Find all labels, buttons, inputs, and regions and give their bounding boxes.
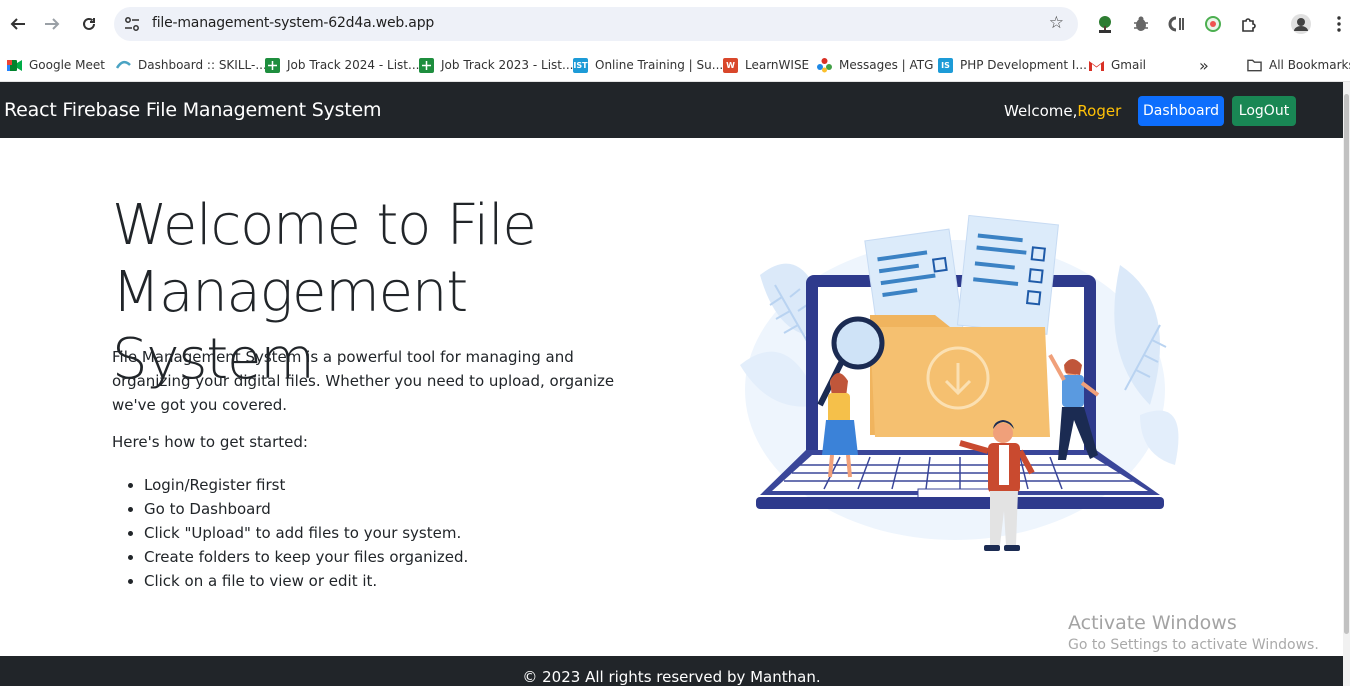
learnwise-icon: W <box>723 57 738 73</box>
bookmark-online-training[interactable]: IST Online Training | Su... <box>573 54 723 76</box>
back-icon[interactable] <box>6 12 30 36</box>
site-settings-icon[interactable] <box>124 16 140 32</box>
extensions-puzzle-icon[interactable] <box>1238 13 1260 35</box>
list-item: Login/Register first <box>127 473 468 497</box>
profile-avatar-icon[interactable] <box>1290 13 1312 35</box>
sheets-icon <box>265 57 280 73</box>
bookmark-star-icon[interactable]: ☆ <box>1049 13 1064 33</box>
bookmark-gmail[interactable]: Gmail <box>1089 54 1146 76</box>
intro-paragraph: File Management System is a powerful too… <box>112 348 615 414</box>
folder-icon <box>1247 57 1262 73</box>
extension-circle-icon[interactable] <box>1202 13 1224 35</box>
bookmark-php-development[interactable]: IS PHP Development I... <box>938 54 1087 76</box>
browser-toolbar: file-management-system-62d4a.web.app ☆ <box>0 0 1350 48</box>
welcome-prefix: Welcome, <box>1004 102 1078 120</box>
gmail-icon <box>1089 57 1104 73</box>
extension-code-icon[interactable] <box>1165 13 1187 35</box>
steps-list: Login/Register first Go to Dashboard Cli… <box>127 473 468 593</box>
bookmark-job-track-2023[interactable]: Job Track 2023 - List... <box>419 54 573 76</box>
user-name: Roger <box>1077 102 1122 120</box>
scrollbar-thumb[interactable] <box>1344 94 1349 634</box>
bookmark-skill-dashboard[interactable]: Dashboard :: SKILL-... <box>116 54 267 76</box>
forward-icon[interactable] <box>40 12 64 36</box>
app-navbar: React Firebase File Management System We… <box>0 82 1343 138</box>
bookmarks-overflow-icon[interactable]: » <box>1199 54 1209 76</box>
url-text[interactable]: file-management-system-62d4a.web.app <box>152 15 434 31</box>
list-item: Click on a file to view or edit it. <box>127 569 468 593</box>
atg-icon <box>817 57 832 73</box>
page-scrollbar[interactable] <box>1343 82 1350 686</box>
all-bookmarks-button[interactable]: All Bookmarks <box>1247 54 1350 76</box>
welcome-message: Welcome,Roger <box>1004 102 1121 120</box>
bookmark-google-meet[interactable]: Google Meet <box>7 54 105 76</box>
address-bar[interactable]: file-management-system-62d4a.web.app ☆ <box>114 7 1078 41</box>
is-icon: IS <box>938 57 953 73</box>
google-meet-icon <box>7 57 22 73</box>
page-footer: © 2023 All rights reserved by Manthan. <box>0 656 1343 686</box>
bookmark-learnwise[interactable]: W LearnWISE <box>723 54 809 76</box>
list-item: Create folders to keep your files organi… <box>127 545 468 569</box>
skill-icon <box>116 57 131 73</box>
extension-tree-icon[interactable] <box>1094 13 1116 35</box>
sheets-icon <box>419 57 434 73</box>
list-item: Click "Upload" to add files to your syst… <box>127 521 468 545</box>
bookmark-job-track-2024[interactable]: Job Track 2024 - List... <box>265 54 419 76</box>
file-management-illustration <box>740 215 1179 551</box>
extension-bug-icon[interactable] <box>1130 13 1152 35</box>
windows-activation-title: Activate Windows <box>1068 612 1237 634</box>
getting-started-label: Here's how to get started: <box>112 433 308 451</box>
ist-icon: IST <box>573 57 588 73</box>
bookmark-messages-atg[interactable]: Messages | ATG <box>817 54 933 76</box>
reload-icon[interactable] <box>77 12 101 36</box>
logout-button[interactable]: LogOut <box>1232 96 1296 126</box>
footer-text: © 2023 All rights reserved by Manthan. <box>522 668 821 686</box>
browser-menu-icon[interactable] <box>1328 13 1350 35</box>
bookmarks-bar: Google Meet Dashboard :: SKILL-... Job T… <box>0 48 1350 82</box>
list-item: Go to Dashboard <box>127 497 468 521</box>
windows-activation-subtitle: Go to Settings to activate Windows. <box>1068 637 1319 653</box>
brand-title[interactable]: React Firebase File Management System <box>4 99 382 121</box>
dashboard-button[interactable]: Dashboard <box>1138 96 1224 126</box>
